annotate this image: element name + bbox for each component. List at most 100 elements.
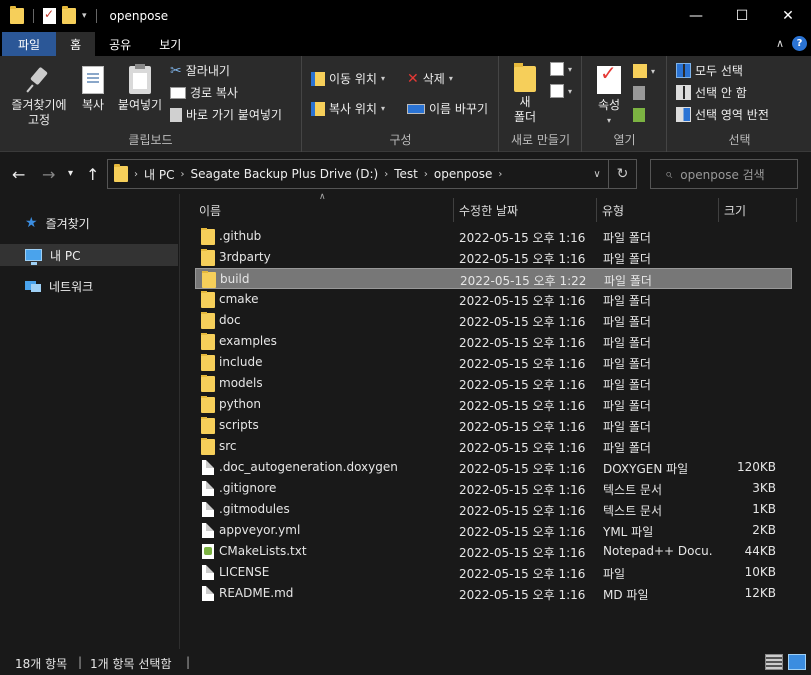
invert-selection-button[interactable]: 선택 영역 반전 <box>676 106 769 123</box>
column-divider[interactable] <box>796 198 797 222</box>
breadcrumb-separator-icon[interactable]: › <box>180 169 184 180</box>
breadcrumb-separator-icon[interactable]: › <box>384 169 388 180</box>
file-type: 파일 폴더 <box>603 336 651 350</box>
new-item-button[interactable]: ▾ <box>550 62 572 76</box>
forward-button[interactable]: → <box>42 165 55 184</box>
customize-toolbar-icon[interactable]: ▾ <box>82 11 87 21</box>
details-view-icon[interactable] <box>765 654 783 670</box>
window-controls: — ☐ ✕ <box>673 0 811 32</box>
move-to-button[interactable]: 이동 위치 ▾ <box>311 70 385 87</box>
status-bar: 18개 항목 | 1개 항목 선택함 | <box>0 649 811 675</box>
breadcrumb-drive[interactable]: Seagate Backup Plus Drive (D:) <box>190 167 378 181</box>
paste-shortcut-label: 바로 가기 붙여넣기 <box>186 108 282 122</box>
column-header-type[interactable]: 유형 <box>602 198 624 222</box>
new-folder-button[interactable]: 새 폴더 <box>508 63 542 125</box>
open-button[interactable]: ▾ <box>633 64 655 78</box>
easy-access-button[interactable]: ▾ <box>550 84 572 98</box>
breadcrumb-separator-icon[interactable]: › <box>134 169 138 180</box>
address-bar[interactable]: › 내 PC › Seagate Backup Plus Drive (D:) … <box>107 159 637 189</box>
properties-label: 속성 <box>597 98 621 112</box>
column-header-date[interactable]: 수정한 날짜 <box>459 198 518 222</box>
properties-icon[interactable] <box>43 7 56 24</box>
tab-share[interactable]: 공유 <box>95 32 145 56</box>
column-header-size[interactable]: 크기 <box>724 198 746 222</box>
breadcrumb-test[interactable]: Test <box>394 167 418 181</box>
nav-item-this-pc[interactable]: 내 PC <box>0 244 178 266</box>
breadcrumb-openpose[interactable]: openpose <box>434 167 493 181</box>
delete-button[interactable]: ✕ 삭제 ▾ <box>407 70 453 87</box>
collapse-ribbon-icon[interactable]: ∧ <box>776 37 784 50</box>
history-button[interactable] <box>633 108 645 122</box>
tab-view[interactable]: 보기 <box>145 32 195 56</box>
file-date: 2022-05-15 오후 1:16 <box>459 315 586 329</box>
close-button[interactable]: ✕ <box>765 0 811 32</box>
column-divider[interactable] <box>718 198 719 222</box>
table-row[interactable]: CMakeLists.txt 2022-05-15 오후 1:16 Notepad+… <box>195 541 792 562</box>
recent-locations-button[interactable]: ▾ <box>68 168 73 179</box>
navigation-pane: ★ 즐겨찾기 내 PC 네트워크 <box>0 194 180 649</box>
table-row[interactable]: scripts 2022-05-15 오후 1:16 파일 폴더 <box>195 415 792 436</box>
nav-item-label: 내 PC <box>50 248 81 263</box>
table-row[interactable]: .gitmodules 2022-05-15 오후 1:16 텍스트 문서 1KB <box>195 499 792 520</box>
table-row[interactable]: doc 2022-05-15 오후 1:16 파일 폴더 <box>195 310 792 331</box>
copy-path-button[interactable]: 경로 복사 <box>170 84 238 101</box>
pin-label-2: 고정 <box>27 113 51 127</box>
table-row[interactable]: .doc_autogeneration.doxygen 2022-05-15 오후… <box>195 457 792 478</box>
cut-button[interactable]: ✂ 잘라내기 <box>170 62 230 79</box>
up-button[interactable]: ↑ <box>86 165 99 184</box>
large-icons-view-icon[interactable] <box>788 654 806 670</box>
clipboard-group: 즐겨찾기에 고정 복사 붙여넣기 ✂ 잘라내기 경로 복사 바로 가기 붙여넣기… <box>0 56 302 152</box>
new-group: 새 폴더 ▾ ▾ 새로 만들기 <box>500 56 582 152</box>
window-title: openpose <box>109 9 169 23</box>
new-folder-icon[interactable] <box>62 6 76 24</box>
table-row[interactable]: models 2022-05-15 오후 1:16 파일 폴더 <box>195 373 792 394</box>
paste-button[interactable]: 붙여넣기 <box>114 64 166 113</box>
edit-button[interactable] <box>633 86 645 100</box>
new-folder-label-2: 폴더 <box>513 110 537 124</box>
table-row[interactable]: README.md 2022-05-15 오후 1:16 MD 파일 12KB <box>195 583 792 604</box>
tab-home[interactable]: 홈 <box>56 32 96 56</box>
select-none-button[interactable]: 선택 안 함 <box>676 84 747 101</box>
refresh-icon[interactable]: ↻ <box>608 160 636 188</box>
table-row[interactable]: appveyor.yml 2022-05-15 오후 1:16 YML 파일 2KB <box>195 520 792 541</box>
maximize-button[interactable]: ☐ <box>719 0 765 32</box>
column-divider[interactable] <box>453 198 454 222</box>
properties-button[interactable]: 속성 ▾ <box>589 66 629 128</box>
tab-file[interactable]: 파일 <box>2 32 57 56</box>
minimize-button[interactable]: — <box>673 0 719 32</box>
file-date: 2022-05-15 오후 1:16 <box>459 420 586 434</box>
breadcrumb-this-pc[interactable]: 내 PC <box>144 166 174 183</box>
table-row[interactable]: include 2022-05-15 오후 1:16 파일 폴더 <box>195 352 792 373</box>
table-row[interactable]: src 2022-05-15 오후 1:16 파일 폴더 <box>195 436 792 457</box>
back-button[interactable]: ← <box>12 165 25 184</box>
nav-item-network[interactable]: 네트워크 <box>0 275 178 297</box>
address-dropdown-icon[interactable]: ∨ <box>586 169 608 180</box>
table-row[interactable]: .github 2022-05-15 오후 1:16 파일 폴더 <box>195 226 792 247</box>
rename-button[interactable]: 이름 바꾸기 <box>407 100 488 117</box>
table-row[interactable]: python 2022-05-15 오후 1:16 파일 폴더 <box>195 394 792 415</box>
rename-label: 이름 바꾸기 <box>429 102 489 116</box>
table-row[interactable]: .gitignore 2022-05-15 오후 1:16 텍스트 문서 3KB <box>195 478 792 499</box>
copy-button[interactable]: 복사 <box>74 66 112 113</box>
copy-to-button[interactable]: 복사 위치 ▾ <box>311 100 385 117</box>
column-header-name[interactable]: 이름 <box>199 198 221 222</box>
table-row[interactable]: LICENSE 2022-05-15 오후 1:16 파일 10KB <box>195 562 792 583</box>
search-input[interactable]: ⌕ openpose 검색 <box>650 159 798 189</box>
column-divider[interactable] <box>596 198 597 222</box>
nav-item-quick-access[interactable]: ★ 즐겨찾기 <box>0 212 178 234</box>
table-row[interactable]: examples 2022-05-15 오후 1:16 파일 폴더 <box>195 331 792 352</box>
breadcrumb-separator-icon[interactable]: › <box>498 169 502 180</box>
file-type: 파일 폴더 <box>603 294 651 308</box>
open-group: 속성 ▾ ▾ 열기 <box>583 56 667 152</box>
file-type: 파일 폴더 <box>603 315 651 329</box>
table-row[interactable]: build 2022-05-15 오후 1:22 파일 폴더 <box>195 268 792 289</box>
paste-shortcut-button[interactable]: 바로 가기 붙여넣기 <box>170 106 282 123</box>
help-icon[interactable]: ? <box>792 36 807 51</box>
delete-icon: ✕ <box>407 70 419 87</box>
table-row[interactable]: cmake 2022-05-15 오후 1:16 파일 폴더 <box>195 289 792 310</box>
pin-to-quick-access-button[interactable]: 즐겨찾기에 고정 <box>4 66 74 128</box>
select-all-button[interactable]: 모두 선택 <box>676 62 743 79</box>
file-icon <box>202 502 214 517</box>
table-row[interactable]: 3rdparty 2022-05-15 오후 1:16 파일 폴더 <box>195 247 792 268</box>
breadcrumb-separator-icon[interactable]: › <box>424 169 428 180</box>
